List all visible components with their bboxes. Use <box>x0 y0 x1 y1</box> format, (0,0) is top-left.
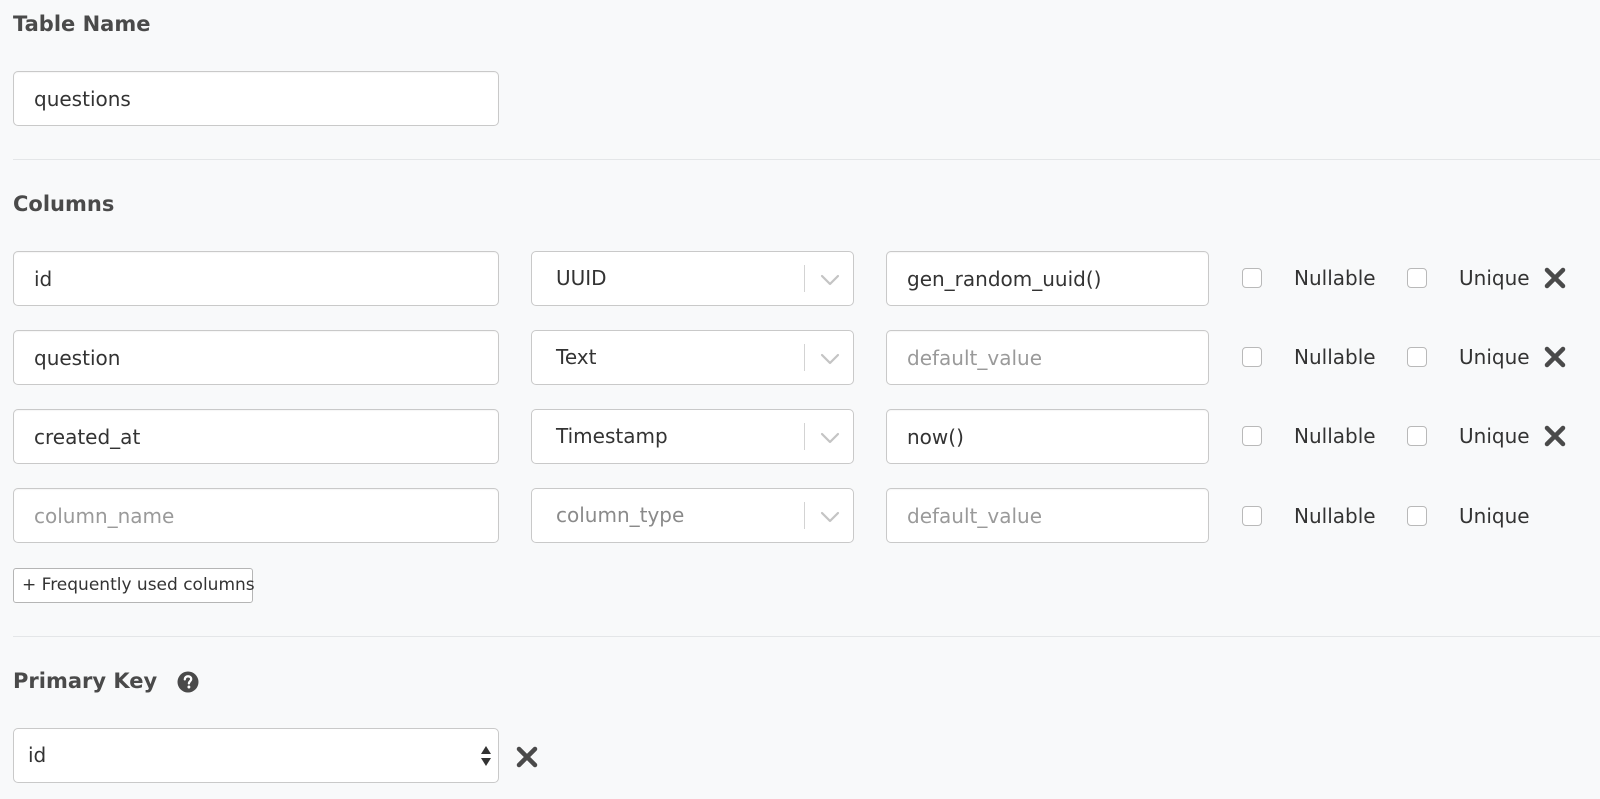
nullable-label: Nullable <box>1294 345 1376 369</box>
column-name-input[interactable] <box>13 330 499 385</box>
select-separator <box>804 423 805 450</box>
default-value-input[interactable] <box>886 251 1209 306</box>
column-type-value: Timestamp <box>556 424 668 448</box>
nullable-checkbox[interactable] <box>1242 268 1262 288</box>
nullable-checkbox[interactable] <box>1242 426 1262 446</box>
nullable-checkbox[interactable] <box>1242 506 1262 526</box>
column-type-value: Text <box>556 345 597 369</box>
nullable-label: Nullable <box>1294 424 1376 448</box>
primary-key-select[interactable]: id <box>13 728 499 783</box>
up-down-arrows-icon <box>481 746 491 766</box>
default-value-input[interactable] <box>886 330 1209 385</box>
column-type-value: UUID <box>556 266 607 290</box>
default-value-input[interactable] <box>886 488 1209 543</box>
section-divider <box>13 636 1600 637</box>
nullable-checkbox[interactable] <box>1242 347 1262 367</box>
nullable-label: Nullable <box>1294 504 1376 528</box>
select-separator <box>804 502 805 529</box>
frequently-used-columns-button[interactable]: + Frequently used columns <box>13 568 255 603</box>
unique-label: Unique <box>1459 504 1530 528</box>
table-name-input[interactable] <box>13 71 499 126</box>
remove-column-icon[interactable] <box>1543 266 1567 290</box>
unique-checkbox[interactable] <box>1407 268 1427 288</box>
chevron-down-icon[interactable] <box>812 489 848 542</box>
unique-label: Unique <box>1459 266 1530 290</box>
chevron-down-icon[interactable] <box>812 331 848 384</box>
remove-column-icon[interactable] <box>1543 424 1567 448</box>
remove-column-icon[interactable] <box>1543 345 1567 369</box>
remove-primary-key-icon[interactable] <box>515 745 539 769</box>
unique-label: Unique <box>1459 424 1530 448</box>
columns-heading: Columns <box>13 192 115 216</box>
table-name-heading: Table Name <box>13 12 151 36</box>
chevron-down-icon[interactable] <box>812 252 848 305</box>
question-circle-icon[interactable] <box>177 671 199 693</box>
unique-checkbox[interactable] <box>1407 347 1427 367</box>
nullable-label: Nullable <box>1294 266 1376 290</box>
column-type-select[interactable]: Timestamp <box>531 409 854 464</box>
chevron-down-icon[interactable] <box>812 410 848 463</box>
primary-key-value: id <box>28 743 47 767</box>
column-name-input[interactable] <box>13 409 499 464</box>
select-separator <box>804 265 805 292</box>
select-separator <box>804 344 805 371</box>
default-value-input[interactable] <box>886 409 1209 464</box>
primary-key-heading: Primary Key <box>13 669 158 693</box>
column-type-select[interactable]: UUID <box>531 251 854 306</box>
unique-checkbox[interactable] <box>1407 426 1427 446</box>
column-name-input[interactable] <box>13 488 499 543</box>
column-name-input[interactable] <box>13 251 499 306</box>
section-divider <box>13 159 1600 160</box>
create-table-form: Table Name Columns UUID Nullable Unique … <box>0 0 1600 799</box>
column-type-select[interactable]: column_type <box>531 488 854 543</box>
unique-label: Unique <box>1459 345 1530 369</box>
column-type-placeholder: column_type <box>556 503 685 527</box>
unique-checkbox[interactable] <box>1407 506 1427 526</box>
column-type-select[interactable]: Text <box>531 330 854 385</box>
